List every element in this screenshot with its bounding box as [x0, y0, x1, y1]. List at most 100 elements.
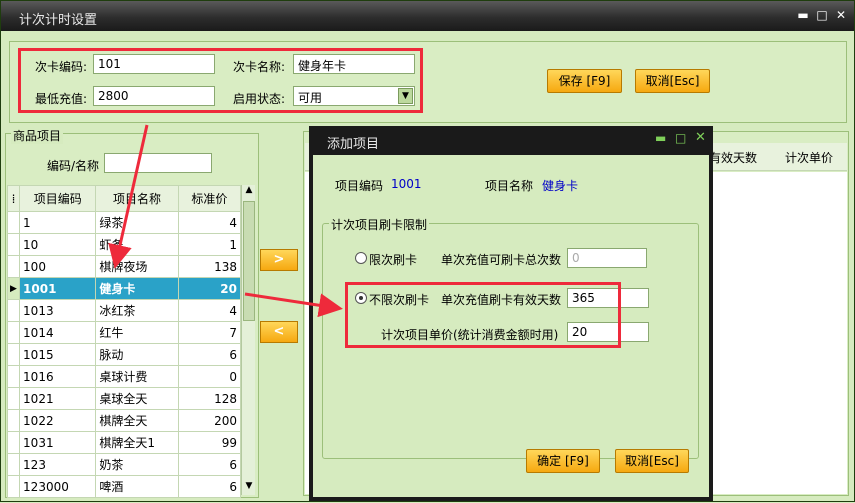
remove-item-button[interactable]: < — [260, 321, 298, 343]
table-row[interactable]: 1015 脉动 6 — [6, 343, 242, 366]
column-header[interactable]: 项目编码 — [19, 185, 97, 212]
ok-button[interactable]: 确定 [F9] — [526, 449, 600, 473]
table-row[interactable]: 1031 棋牌全天1 99 — [6, 431, 242, 454]
cell-price: 1 — [177, 233, 242, 256]
table-scrollbar[interactable]: ▲ ▼ — [241, 185, 255, 495]
table-row[interactable]: 123 奶茶 6 — [6, 453, 242, 476]
cell-price: 6 — [177, 343, 242, 366]
row-indicator — [6, 387, 21, 410]
limited-swipe-label: 限次刷卡 — [369, 253, 418, 267]
products-group-title: 商品项目 — [11, 127, 64, 144]
highlight-box-limit — [345, 282, 621, 348]
cell-code: 1021 — [19, 387, 97, 410]
close-icon[interactable]: ✕ — [834, 8, 848, 22]
row-indicator — [6, 453, 21, 476]
cell-name: 棋牌夜场 — [95, 255, 179, 278]
limited-swipe-radio[interactable] — [355, 252, 367, 264]
cell-price: 99 — [177, 431, 242, 454]
row-indicator — [6, 431, 21, 454]
cell-code: 1015 — [19, 343, 97, 366]
cell-name: 棋牌全天 — [95, 409, 179, 432]
cell-name: 奶茶 — [95, 453, 179, 476]
table-row[interactable]: 123000 啤酒 6 — [6, 475, 242, 498]
row-indicator — [6, 321, 21, 344]
cell-code: 1022 — [19, 409, 97, 432]
highlight-box-form — [18, 48, 423, 113]
scroll-down-icon[interactable]: ▼ — [243, 481, 255, 495]
item-name-value: 健身卡 — [542, 179, 579, 193]
cell-name: 虾条 — [95, 233, 179, 256]
table-row-selected[interactable]: ▶ 1001 健身卡 20 — [6, 277, 242, 300]
maximize-icon[interactable]: □ — [815, 8, 829, 22]
cancel-button[interactable]: 取消[Esc] — [635, 69, 710, 93]
dialog-cancel-button[interactable]: 取消[Esc] — [615, 449, 689, 473]
cell-code: 1016 — [19, 365, 97, 388]
minimize-icon[interactable]: ▬ — [796, 8, 810, 22]
cell-price: 7 — [177, 321, 242, 344]
limit-group-title: 计次项目刷卡限制 — [329, 216, 430, 233]
cell-code: 123 — [19, 453, 97, 476]
current-row-arrow-icon: ▶ — [6, 277, 21, 300]
cell-name: 脉动 — [95, 343, 179, 366]
filter-label: 编码/名称 — [47, 159, 100, 173]
total-times-field[interactable]: 0 — [567, 248, 647, 268]
dialog-title: 添加项目 — [327, 137, 380, 152]
save-button[interactable]: 保存 [F9] — [547, 69, 622, 93]
table-row[interactable]: 1014 红牛 7 — [6, 321, 242, 344]
table-row[interactable]: 10 虾条 1 — [6, 233, 242, 256]
cell-code: 1031 — [19, 431, 97, 454]
row-indicator — [6, 409, 21, 432]
cell-price: 4 — [177, 211, 242, 234]
cell-name: 健身卡 — [95, 277, 179, 300]
column-header[interactable]: 有效天数 — [709, 149, 757, 166]
cell-code: 1013 — [19, 299, 97, 322]
row-indicator — [6, 255, 21, 278]
row-indicator — [6, 475, 21, 498]
table-row[interactable]: 100 棋牌夜场 138 — [6, 255, 242, 278]
table-row[interactable]: 1016 桌球计费 0 — [6, 365, 242, 388]
row-indicator — [6, 343, 21, 366]
table-header-row: ⁞ 项目编码 项目名称 标准价 — [6, 185, 242, 212]
close-icon[interactable]: ✕ — [695, 130, 706, 145]
cell-price: 6 — [177, 475, 242, 498]
cell-code: 123000 — [19, 475, 97, 498]
cell-code: 10 — [19, 233, 97, 256]
add-item-button[interactable]: > — [260, 249, 298, 271]
table-row[interactable]: 1022 棋牌全天 200 — [6, 409, 242, 432]
row-indicator-header: ⁞ — [6, 185, 21, 212]
cell-code: 1001 — [19, 277, 97, 300]
minimize-icon[interactable]: ▬ — [655, 131, 666, 145]
table-row[interactable]: 1021 桌球全天 128 — [6, 387, 242, 410]
table-row[interactable]: 1 绿茶 4 — [6, 211, 242, 234]
cell-price: 4 — [177, 299, 242, 322]
column-header[interactable]: 计次单价 — [785, 149, 833, 166]
cell-price: 200 — [177, 409, 242, 432]
cell-price: 20 — [177, 277, 242, 300]
cell-price: 0 — [177, 365, 242, 388]
cell-name: 啤酒 — [95, 475, 179, 498]
cell-name: 红牛 — [95, 321, 179, 344]
item-code-value: 1001 — [391, 177, 422, 191]
cell-code: 100 — [19, 255, 97, 278]
row-indicator — [6, 365, 21, 388]
title-bar: 计次计时设置 ▬ □ ✕ — [1, 1, 854, 31]
column-header[interactable]: 标准价 — [177, 185, 242, 212]
filter-input[interactable] — [104, 153, 212, 173]
row-indicator — [6, 299, 21, 322]
row-indicator — [6, 233, 21, 256]
cell-price: 6 — [177, 453, 242, 476]
column-header[interactable]: 项目名称 — [95, 185, 179, 212]
cell-code: 1014 — [19, 321, 97, 344]
products-table: ⁞ 项目编码 项目名称 标准价 1 绿茶 4 10 虾条 1 100 棋牌夜场 138 ▶ 1… — [6, 185, 242, 498]
scroll-thumb[interactable] — [243, 201, 255, 321]
maximize-icon[interactable]: □ — [675, 131, 686, 145]
scroll-up-icon[interactable]: ▲ — [243, 185, 255, 199]
row-indicator — [6, 211, 21, 234]
limited-desc-label: 单次充值可刷卡总次数 — [441, 253, 562, 267]
cell-code: 1 — [19, 211, 97, 234]
window-title: 计次计时设置 — [19, 13, 98, 28]
table-row[interactable]: 1013 冰红茶 4 — [6, 299, 242, 322]
cell-name: 棋牌全天1 — [95, 431, 179, 454]
cell-name: 桌球全天 — [95, 387, 179, 410]
settings-window: 计次计时设置 ▬ □ ✕ 次卡编码: 101 次卡名称: 健身年卡 最低充值: … — [0, 0, 855, 502]
